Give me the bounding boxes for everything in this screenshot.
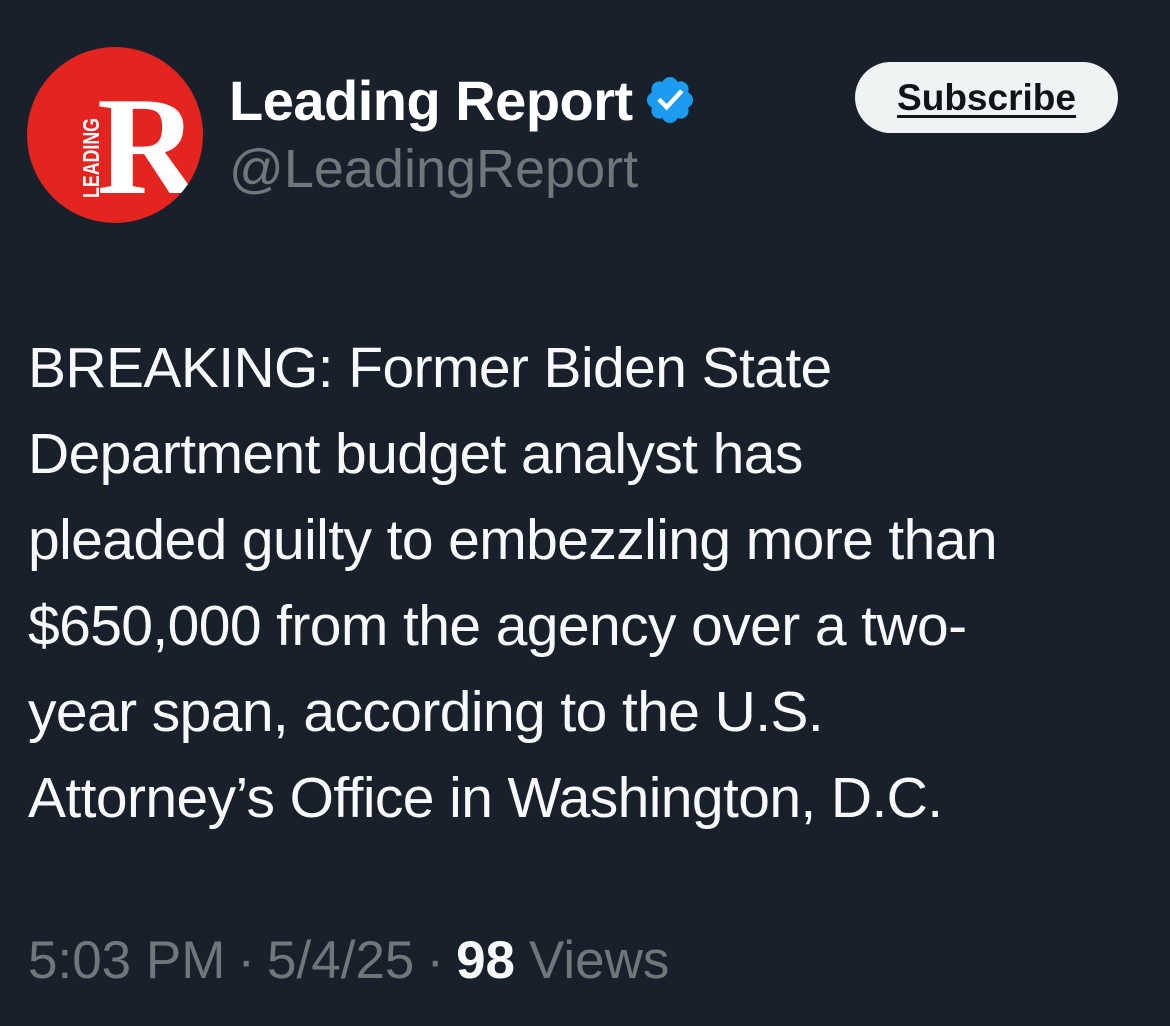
tweet-text-line: year span, according to the U.S.	[28, 680, 824, 744]
name-row: Leading Report	[229, 66, 697, 134]
post-date[interactable]: 5/4/25	[267, 930, 414, 991]
views-count[interactable]: 98	[456, 930, 515, 991]
verified-badge-icon[interactable]	[643, 73, 697, 127]
tweet-text-line: $650,000 from the agency over a two-	[28, 594, 967, 658]
tweet-text-line: BREAKING: Former Biden State	[28, 336, 832, 400]
separator-dot: ·	[237, 931, 256, 990]
avatar-letter: R	[97, 69, 200, 223]
tweet-text-line: Department budget analyst has	[28, 422, 803, 486]
subscribe-button[interactable]: Subscribe	[855, 62, 1118, 133]
separator-dot: ·	[426, 931, 445, 990]
views-label: Views	[529, 931, 670, 990]
post-time[interactable]: 5:03 PM	[28, 930, 225, 991]
tweet-meta: 5:03 PM · 5/4/25 · 98 Views	[28, 930, 669, 991]
leading-report-logo: LEADING R	[78, 69, 200, 223]
tweet-text: BREAKING: Former Biden State Department …	[28, 325, 1148, 841]
tweet-text-line: Attorney’s Office in Washington, D.C.	[28, 766, 943, 830]
avatar[interactable]: LEADING R	[27, 47, 203, 223]
tweet-text-line: pleaded guilty to embezzling more than	[28, 508, 998, 572]
display-name[interactable]: Leading Report	[229, 68, 633, 133]
user-handle[interactable]: @LeadingReport	[229, 138, 638, 200]
